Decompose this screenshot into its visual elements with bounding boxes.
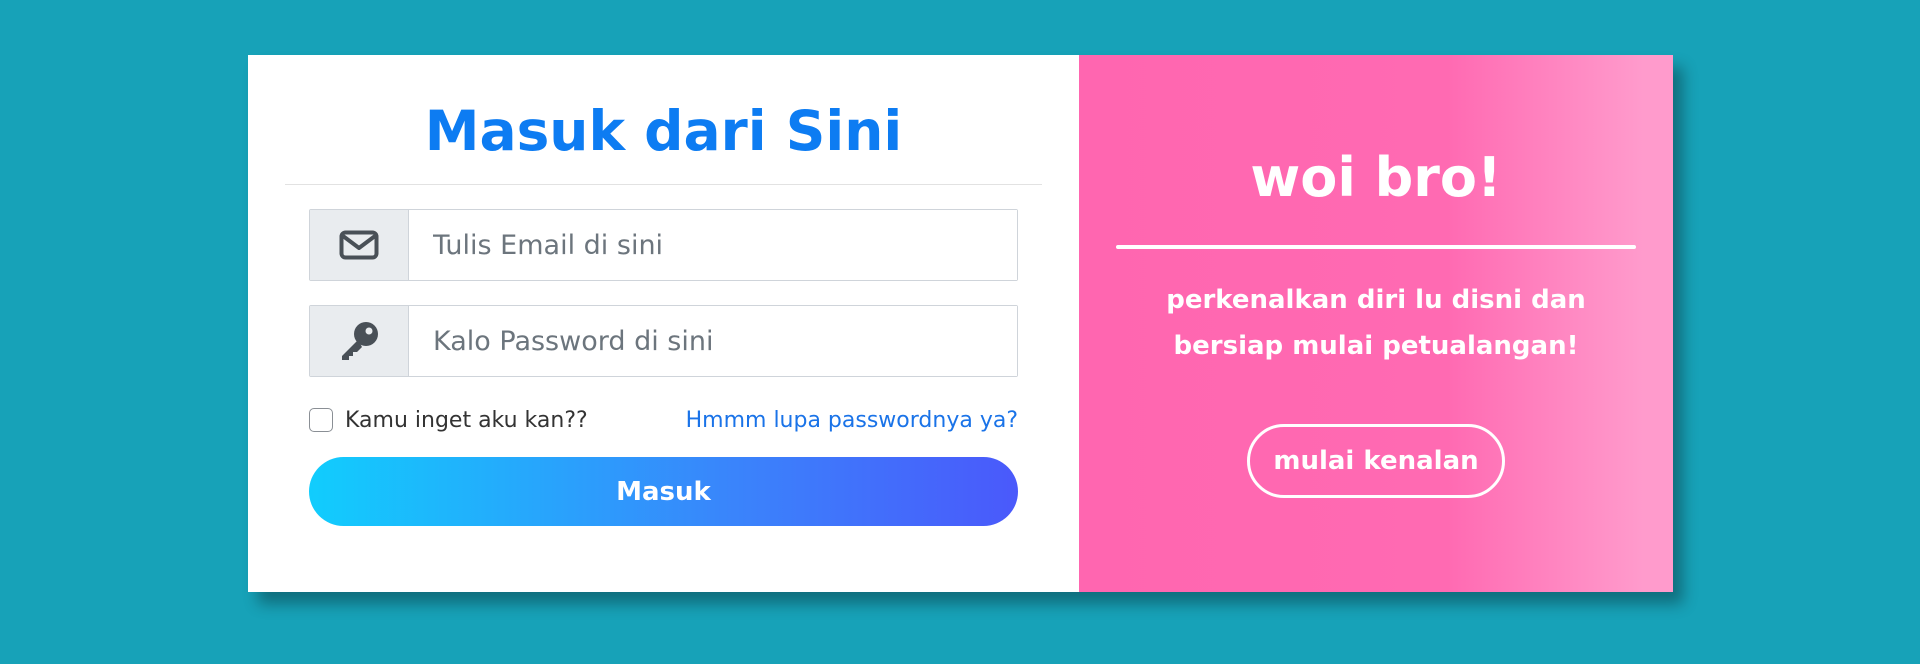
email-addon xyxy=(310,210,409,280)
title-divider xyxy=(285,184,1042,185)
password-input-group xyxy=(309,305,1018,377)
register-button[interactable]: mulai kenalan xyxy=(1247,424,1505,498)
remember-me[interactable]: Kamu inget aku kan?? xyxy=(309,408,588,433)
email-input-group xyxy=(309,209,1018,281)
remember-row: Kamu inget aku kan?? Hmmm lupa passwordn… xyxy=(309,405,1018,435)
login-card: Masuk dari Sini Tulis Email di sini Kamu… xyxy=(248,55,1673,592)
password-addon xyxy=(310,306,409,376)
forgot-password-link[interactable]: Hmmm lupa passwordnya ya? xyxy=(686,408,1018,433)
remember-checkbox[interactable] xyxy=(309,408,333,432)
envelope-icon xyxy=(339,230,379,260)
email-input[interactable] xyxy=(409,210,1017,280)
register-text: perkenalkan diri lu disni dan bersiap mu… xyxy=(1166,285,1586,361)
login-title: Masuk dari Sini xyxy=(424,99,903,163)
login-panel: Masuk dari Sini Tulis Email di sini Kamu… xyxy=(248,55,1079,592)
password-input[interactable] xyxy=(409,306,1017,376)
register-divider xyxy=(1116,245,1636,249)
register-title: woi bro! xyxy=(1250,146,1502,209)
register-panel: woi bro! perkenalkan diri lu disni dan b… xyxy=(1079,55,1673,592)
key-icon xyxy=(338,320,380,362)
remember-label: Kamu inget aku kan?? xyxy=(345,407,588,433)
login-button[interactable]: Masuk xyxy=(309,457,1018,526)
